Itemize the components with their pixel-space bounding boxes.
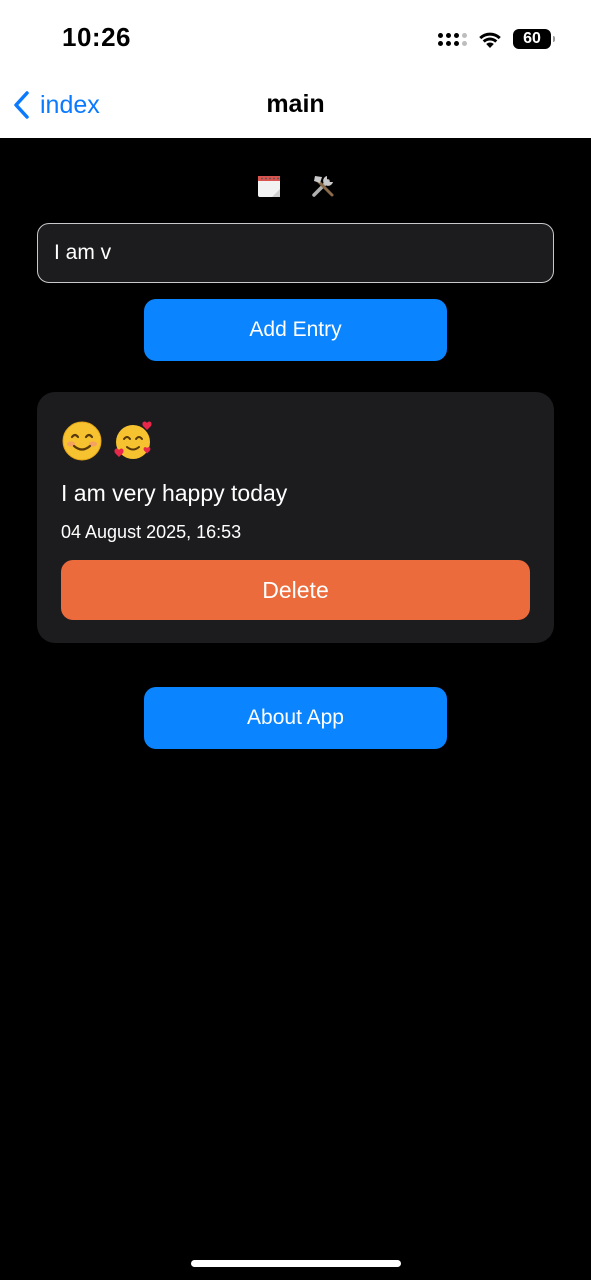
battery-level: 60 [523, 30, 541, 47]
entry-input[interactable] [37, 223, 554, 283]
tools-icon[interactable] [309, 172, 337, 200]
battery-icon: 60 [513, 29, 555, 49]
entry-date: 04 August 2025, 16:53 [61, 522, 242, 542]
entry-text: I am very happy today [61, 480, 288, 506]
entry-card: I am very happy today 04 August 2025, 16… [37, 392, 554, 643]
entry-emojis [61, 420, 155, 462]
page-title: main [266, 90, 325, 118]
smiling-face-with-hearts-icon [114, 421, 152, 459]
status-time: 10:26 [62, 22, 131, 52]
calendar-icon[interactable] [255, 172, 283, 200]
about-app-button[interactable]: About App [144, 687, 447, 749]
wifi-icon [479, 32, 501, 48]
smiling-face-icon [62, 421, 102, 461]
home-indicator[interactable] [191, 1260, 401, 1267]
delete-button[interactable]: Delete [61, 560, 530, 620]
toolbar [0, 172, 591, 200]
header: 10:26 60 index main [0, 0, 591, 138]
add-entry-button[interactable]: Add Entry [144, 299, 447, 361]
signal-icon [438, 32, 467, 46]
status-icons: 60 [438, 26, 555, 52]
